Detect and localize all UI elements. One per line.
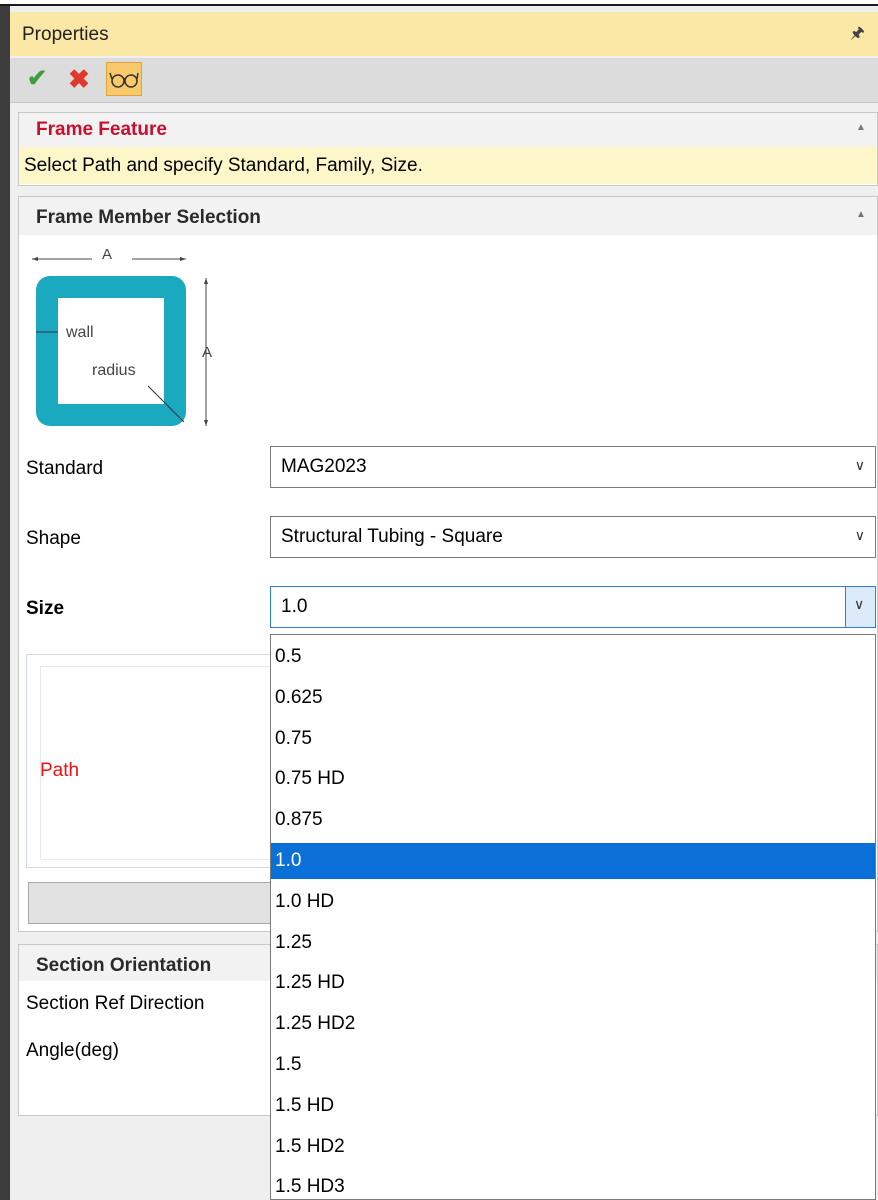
- size-option[interactable]: 1.5 HD3: [271, 1169, 875, 1199]
- size-label: Size: [26, 598, 65, 619]
- size-option[interactable]: 1.25 HD: [271, 965, 875, 1001]
- size-option[interactable]: 1.25 HD2: [271, 1006, 875, 1042]
- angle-label: Angle(deg): [26, 1040, 119, 1061]
- size-option[interactable]: 1.0 HD: [271, 884, 875, 920]
- dimension-label-side: A: [202, 344, 213, 361]
- size-value: 1.0: [281, 596, 308, 617]
- checkmark-icon[interactable]: ✔: [24, 64, 50, 94]
- section-ref-direction-label: Section Ref Direction: [26, 993, 205, 1014]
- tube-profile-diagram: A A wall radius: [26, 238, 226, 438]
- frame-member-title: Frame Member Selection: [36, 207, 261, 228]
- size-option[interactable]: 0.75: [271, 721, 875, 757]
- shape-value: Structural Tubing - Square: [281, 526, 503, 547]
- panel-title-bar: [10, 12, 878, 56]
- dimension-label-top: A: [102, 246, 113, 263]
- dropdown-arrow-button[interactable]: ∨: [845, 587, 875, 627]
- collapse-icon[interactable]: ▲: [856, 122, 866, 133]
- collapse-icon[interactable]: ▲: [856, 209, 866, 220]
- size-option[interactable]: 1.5 HD: [271, 1088, 875, 1124]
- size-option[interactable]: 1.5: [271, 1047, 875, 1083]
- action-button[interactable]: [28, 882, 272, 924]
- size-option[interactable]: 0.875: [271, 802, 875, 838]
- shape-dropdown[interactable]: Structural Tubing - Square ∨: [270, 516, 876, 558]
- chevron-down-icon: ∨: [854, 596, 865, 612]
- chevron-down-icon: ∨: [854, 457, 865, 473]
- frame-feature-title: Frame Feature: [36, 119, 167, 140]
- message-text: Select Path and specify Standard, Family…: [24, 155, 423, 176]
- section-orientation-title: Section Orientation: [36, 955, 212, 976]
- x-icon[interactable]: ✖: [66, 64, 92, 94]
- size-dropdown-list[interactable]: 0.5 0.625 0.75 0.75 HD 0.875 1.0 1.0 HD 1.25 1.2…: [270, 634, 876, 1200]
- size-option[interactable]: 1.0: [271, 843, 875, 879]
- size-option[interactable]: 1.25: [271, 925, 875, 961]
- pin-icon[interactable]: 🖈: [850, 22, 865, 49]
- standard-dropdown[interactable]: MAG2023 ∨: [270, 446, 876, 488]
- shape-label: Shape: [26, 528, 81, 549]
- size-dropdown[interactable]: 1.0 ∨: [270, 586, 876, 628]
- wall-label: wall: [66, 324, 94, 341]
- radius-label: radius: [92, 362, 136, 379]
- eyeglasses-icon[interactable]: [106, 62, 142, 96]
- size-option[interactable]: 1.5 HD2: [271, 1129, 875, 1165]
- standard-label: Standard: [26, 458, 104, 479]
- window-left-border: [0, 6, 10, 1200]
- size-option[interactable]: 0.75 HD: [271, 761, 875, 797]
- chevron-down-icon: ∨: [854, 527, 865, 543]
- panel-title: Properties: [22, 24, 109, 45]
- size-option[interactable]: 0.5: [271, 639, 875, 675]
- standard-value: MAG2023: [281, 456, 367, 477]
- path-label: Path: [40, 760, 80, 781]
- size-option[interactable]: 0.625: [271, 680, 875, 716]
